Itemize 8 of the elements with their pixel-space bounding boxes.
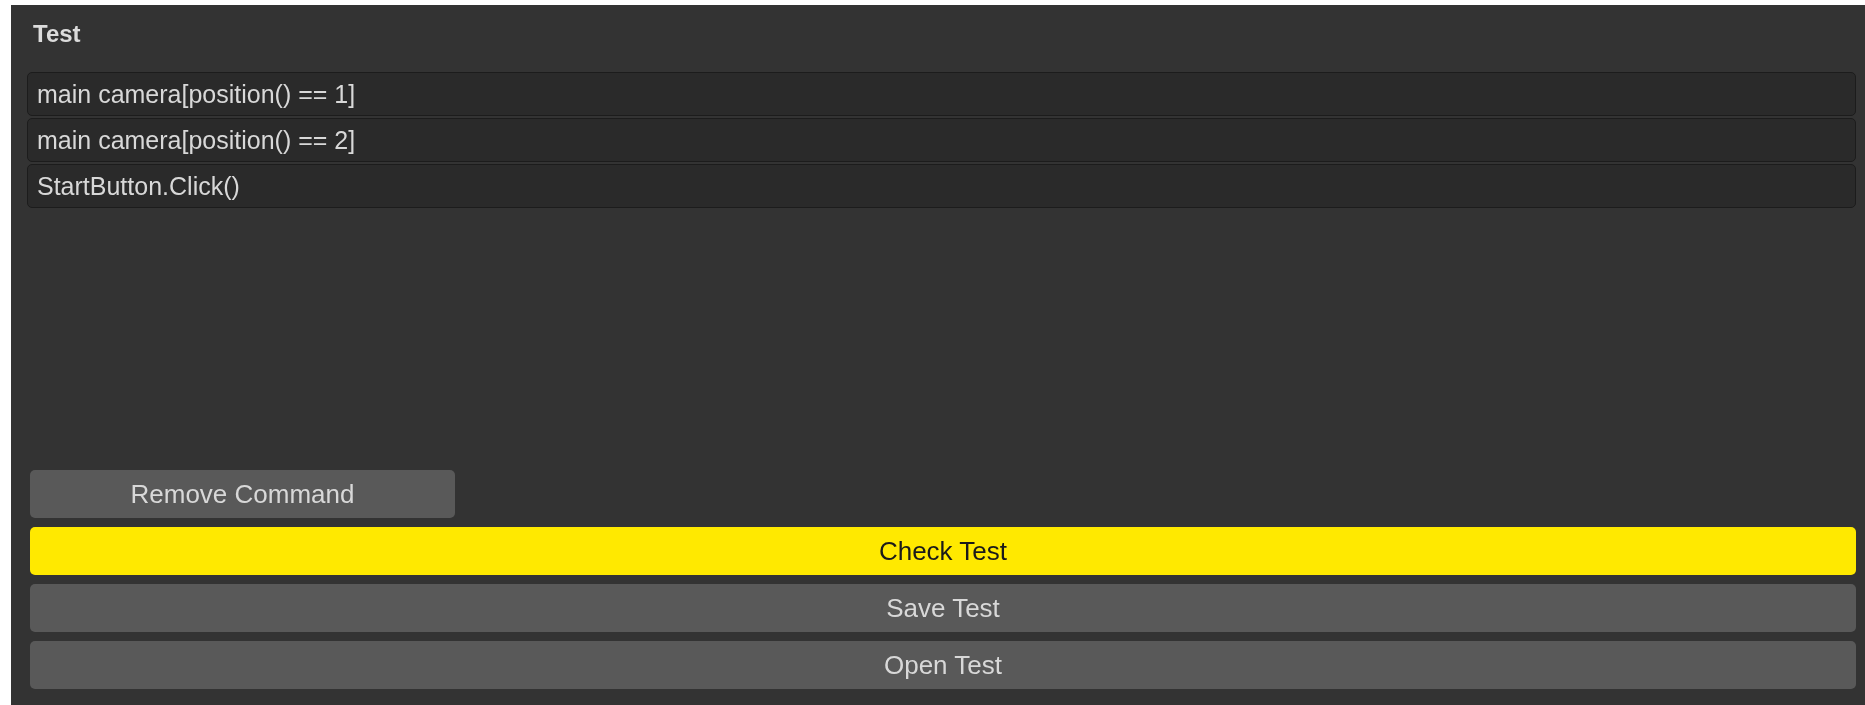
remove-command-button[interactable]: Remove Command xyxy=(30,470,455,518)
panel-title: Test xyxy=(33,19,82,49)
action-button[interactable]: Check Test xyxy=(30,527,1856,575)
command-row[interactable]: StartButton.Click() xyxy=(27,164,1856,208)
action-button[interactable]: Save Test xyxy=(30,584,1856,632)
action-button[interactable]: Open Test xyxy=(30,641,1856,689)
command-row[interactable]: main camera[position() == 2] xyxy=(27,118,1856,162)
command-row[interactable]: main camera[position() == 1] xyxy=(27,72,1856,116)
